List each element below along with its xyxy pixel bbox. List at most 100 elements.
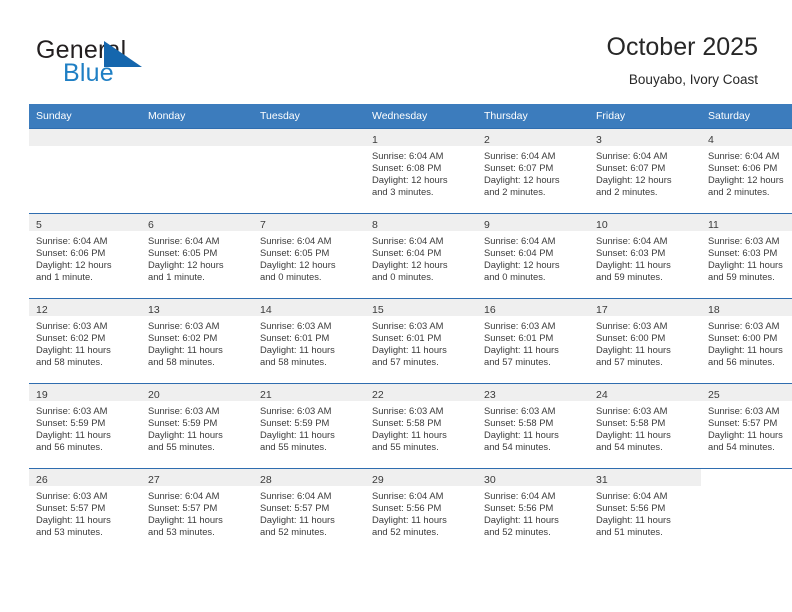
- day-detail-line: Sunrise: 6:03 AM: [148, 320, 220, 331]
- day-number-band: 31: [589, 469, 701, 486]
- calendar-day-cell[interactable]: 29 Sunrise: 6:04 AM Sunset: 5:56 PM Dayligh…: [365, 468, 477, 553]
- day-details: Sunrise: 6:03 AM Sunset: 6:02 PM Daylight:…: [141, 316, 253, 368]
- calendar-day-cell[interactable]: 11 Sunrise: 6:03 AM Sunset: 6:03 PM Dayligh…: [701, 213, 792, 299]
- calendar-day-cell[interactable]: 24 Sunrise: 6:03 AM Sunset: 5:58 PM Dayligh…: [589, 383, 701, 469]
- calendar-day-cell[interactable]: 3 Sunrise: 6:04 AM Sunset: 6:07 PM Daylight…: [589, 128, 701, 214]
- calendar-page: General Blue October 2025 Bouyabo, Ivory…: [0, 0, 792, 612]
- day-detail-line: Sunrise: 6:04 AM: [484, 490, 556, 501]
- day-number: 15: [372, 304, 384, 316]
- day-detail-line: and 51 minutes.: [596, 526, 663, 538]
- day-detail-line: and 3 minutes.: [372, 186, 434, 198]
- calendar-day-cell[interactable]: 8 Sunrise: 6:04 AM Sunset: 6:04 PM Daylight…: [365, 213, 477, 299]
- day-detail-line: Sunrise: 6:04 AM: [484, 235, 556, 246]
- day-number-band: 18: [701, 299, 792, 316]
- calendar-day-cell[interactable]: 27 Sunrise: 6:04 AM Sunset: 5:57 PM Dayligh…: [141, 468, 253, 553]
- calendar-day-cell[interactable]: 31 Sunrise: 6:04 AM Sunset: 5:56 PM Dayligh…: [589, 468, 701, 553]
- day-number-band: [253, 129, 365, 146]
- day-detail-line: Sunset: 5:58 PM: [372, 417, 442, 429]
- calendar-day-cell[interactable]: 4 Sunrise: 6:04 AM Sunset: 6:06 PM Daylight…: [701, 128, 792, 214]
- day-detail-line: and 59 minutes.: [708, 271, 775, 283]
- general-blue-logo: General Blue: [36, 36, 216, 88]
- day-detail-line: Daylight: 11 hours: [148, 429, 223, 441]
- day-details: Sunrise: 6:04 AM Sunset: 6:05 PM Daylight:…: [253, 231, 365, 283]
- calendar-day-cell[interactable]: 16 Sunrise: 6:03 AM Sunset: 6:01 PM Dayligh…: [477, 298, 589, 384]
- calendar-day-cell[interactable]: 30 Sunrise: 6:04 AM Sunset: 5:56 PM Dayligh…: [477, 468, 589, 553]
- calendar-header-row: Sunday Monday Tuesday Wednesday Thursday Frid…: [29, 104, 792, 129]
- day-detail-line: Sunset: 6:01 PM: [260, 332, 330, 344]
- day-detail-line: and 54 minutes.: [708, 441, 775, 453]
- page-title: October 2025: [606, 33, 759, 61]
- day-detail-line: and 1 minute.: [148, 271, 205, 283]
- calendar-day-cell[interactable]: 28 Sunrise: 6:04 AM Sunset: 5:57 PM Dayligh…: [253, 468, 365, 553]
- calendar-week-row: 1 Sunrise: 6:04 AM Sunset: 6:08 PM Daylight…: [29, 128, 792, 214]
- calendar-day-cell[interactable]: 18 Sunrise: 6:03 AM Sunset: 6:00 PM Dayligh…: [701, 298, 792, 384]
- calendar-day-cell[interactable]: 21 Sunrise: 6:03 AM Sunset: 5:59 PM Dayligh…: [253, 383, 365, 469]
- day-detail-line: and 58 minutes.: [36, 356, 103, 368]
- day-number-band: 5: [29, 214, 141, 231]
- day-detail-line: Daylight: 11 hours: [708, 344, 783, 356]
- calendar-day-cell[interactable]: 20 Sunrise: 6:03 AM Sunset: 5:59 PM Dayligh…: [141, 383, 253, 469]
- day-detail-line: and 55 minutes.: [260, 441, 327, 453]
- day-details: Sunrise: 6:03 AM Sunset: 5:59 PM Daylight:…: [253, 401, 365, 453]
- day-details: Sunrise: 6:03 AM Sunset: 5:58 PM Daylight:…: [365, 401, 477, 453]
- calendar-day-cell[interactable]: 15 Sunrise: 6:03 AM Sunset: 6:01 PM Dayligh…: [365, 298, 477, 384]
- day-detail-line: Sunset: 6:04 PM: [484, 247, 554, 259]
- day-detail-line: Sunset: 6:07 PM: [596, 162, 666, 174]
- day-detail-line: Daylight: 11 hours: [708, 429, 783, 441]
- day-number: 4: [708, 134, 714, 146]
- calendar-day-cell[interactable]: 17 Sunrise: 6:03 AM Sunset: 6:00 PM Dayligh…: [589, 298, 701, 384]
- day-detail-line: Sunrise: 6:03 AM: [260, 320, 332, 331]
- day-number: 17: [596, 304, 608, 316]
- calendar-week-row: 12 Sunrise: 6:03 AM Sunset: 6:02 PM Dayligh…: [29, 298, 792, 384]
- page-subtitle: Bouyabo, Ivory Coast: [628, 72, 758, 87]
- calendar-day-cell[interactable]: 12 Sunrise: 6:03 AM Sunset: 6:02 PM Dayligh…: [29, 298, 141, 384]
- day-detail-line: Sunrise: 6:04 AM: [36, 235, 108, 246]
- day-number: 2: [484, 134, 490, 146]
- day-detail-line: and 0 minutes.: [484, 271, 546, 283]
- calendar-day-cell[interactable]: 26 Sunrise: 6:03 AM Sunset: 5:57 PM Dayligh…: [29, 468, 141, 553]
- calendar-day-cell[interactable]: 7 Sunrise: 6:04 AM Sunset: 6:05 PM Daylight…: [253, 213, 365, 299]
- day-detail-line: Sunset: 5:59 PM: [260, 417, 330, 429]
- day-number: 3: [596, 134, 602, 146]
- day-number-band: 14: [253, 299, 365, 316]
- day-detail-line: Daylight: 11 hours: [372, 514, 447, 526]
- calendar-day-cell[interactable]: 13 Sunrise: 6:03 AM Sunset: 6:02 PM Dayligh…: [141, 298, 253, 384]
- day-number-band: 20: [141, 384, 253, 401]
- calendar-day-cell[interactable]: 9 Sunrise: 6:04 AM Sunset: 6:04 PM Daylight…: [477, 213, 589, 299]
- day-number-band: 1: [365, 129, 477, 146]
- day-detail-line: Sunset: 5:57 PM: [260, 502, 330, 514]
- day-detail-line: and 52 minutes.: [260, 526, 327, 538]
- calendar-day-cell[interactable]: 6 Sunrise: 6:04 AM Sunset: 6:05 PM Daylight…: [141, 213, 253, 299]
- day-details: Sunrise: 6:04 AM Sunset: 6:07 PM Daylight:…: [477, 146, 589, 198]
- day-detail-line: and 2 minutes.: [708, 186, 770, 198]
- day-detail-line: Sunset: 6:01 PM: [484, 332, 554, 344]
- calendar-day-cell[interactable]: 19 Sunrise: 6:03 AM Sunset: 5:59 PM Dayligh…: [29, 383, 141, 469]
- day-detail-line: Sunset: 5:56 PM: [596, 502, 666, 514]
- day-detail-line: and 57 minutes.: [372, 356, 439, 368]
- title-block: October 2025 Bouyabo, Ivory Coast: [607, 32, 759, 89]
- calendar-day-cell[interactable]: 23 Sunrise: 6:03 AM Sunset: 5:58 PM Dayligh…: [477, 383, 589, 469]
- day-number: 22: [372, 389, 384, 401]
- calendar-day-cell[interactable]: 2 Sunrise: 6:04 AM Sunset: 6:07 PM Daylight…: [477, 128, 589, 214]
- calendar-day-cell[interactable]: 5 Sunrise: 6:04 AM Sunset: 6:06 PM Daylight…: [29, 213, 141, 299]
- day-detail-line: Sunset: 5:57 PM: [148, 502, 218, 514]
- day-detail-line: Daylight: 11 hours: [36, 344, 111, 356]
- calendar-day-cell[interactable]: 10 Sunrise: 6:04 AM Sunset: 6:03 PM Dayligh…: [589, 213, 701, 299]
- calendar-day-cell[interactable]: 22 Sunrise: 6:03 AM Sunset: 5:58 PM Dayligh…: [365, 383, 477, 469]
- day-details: Sunrise: 6:03 AM Sunset: 6:02 PM Daylight:…: [29, 316, 141, 368]
- day-details: Sunrise: 6:03 AM Sunset: 6:01 PM Daylight:…: [477, 316, 589, 368]
- day-details: Sunrise: 6:03 AM Sunset: 6:00 PM Daylight:…: [589, 316, 701, 368]
- calendar-day-cell[interactable]: 25 Sunrise: 6:03 AM Sunset: 5:57 PM Dayligh…: [701, 383, 792, 469]
- day-detail-line: Daylight: 12 hours: [596, 174, 672, 186]
- calendar-day-cell[interactable]: 1 Sunrise: 6:04 AM Sunset: 6:08 PM Daylight…: [365, 128, 477, 214]
- calendar-day-cell[interactable]: 14 Sunrise: 6:03 AM Sunset: 6:01 PM Dayligh…: [253, 298, 365, 384]
- day-number-band: 23: [477, 384, 589, 401]
- day-detail-line: Daylight: 12 hours: [708, 174, 784, 186]
- day-number: 20: [148, 389, 160, 401]
- day-number-band: 6: [141, 214, 253, 231]
- day-detail-line: Sunrise: 6:03 AM: [708, 320, 780, 331]
- day-details: Sunrise: 6:03 AM Sunset: 6:00 PM Daylight:…: [701, 316, 792, 368]
- day-detail-line: Sunrise: 6:03 AM: [36, 490, 108, 501]
- day-number-band: 17: [589, 299, 701, 316]
- day-detail-line: Sunset: 6:00 PM: [596, 332, 666, 344]
